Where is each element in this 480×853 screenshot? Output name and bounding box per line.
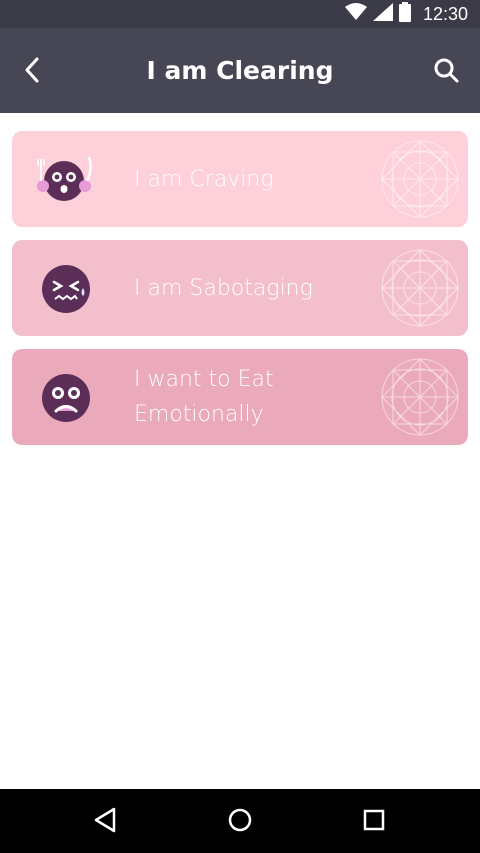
recents-square-icon [362,808,386,836]
card-label: I am Craving [134,166,274,192]
back-triangle-icon [93,807,117,837]
chevron-left-icon [22,57,42,87]
card-sabotaging[interactable]: I am Sabotaging [12,240,468,336]
card-label: I want to Eat Emotionally [134,367,274,427]
mandala-icon [378,137,462,221]
app-bar: I am Clearing [0,28,480,113]
back-button[interactable] [16,56,48,88]
page-title: I am Clearing [146,56,334,85]
card-craving[interactable]: I am Craving [12,131,468,227]
status-bar: 12:30 [0,0,480,28]
wifi-icon [344,3,367,25]
nav-back-button[interactable] [88,805,122,839]
system-nav-bar [0,789,480,853]
nav-recents-button[interactable] [357,805,391,839]
status-time: 12:30 [422,3,468,24]
search-button[interactable] [430,56,462,88]
mandala-icon [378,246,462,330]
craving-face-icon [37,153,93,207]
status-icons: 12:30 [344,0,468,28]
home-circle-icon [227,807,253,837]
nav-home-button[interactable] [223,805,257,839]
battery-icon [398,2,411,26]
cell-signal-icon [372,3,393,25]
card-label: I am Sabotaging [134,275,313,301]
emotional-face-icon [39,371,93,425]
clearing-list: I am Craving I am Sabotaging I want to E… [12,131,468,458]
card-eat-emotionally[interactable]: I want to Eat Emotionally [12,349,468,445]
mandala-icon [378,355,462,439]
sabotaging-face-icon [39,262,93,316]
search-icon [433,57,459,87]
